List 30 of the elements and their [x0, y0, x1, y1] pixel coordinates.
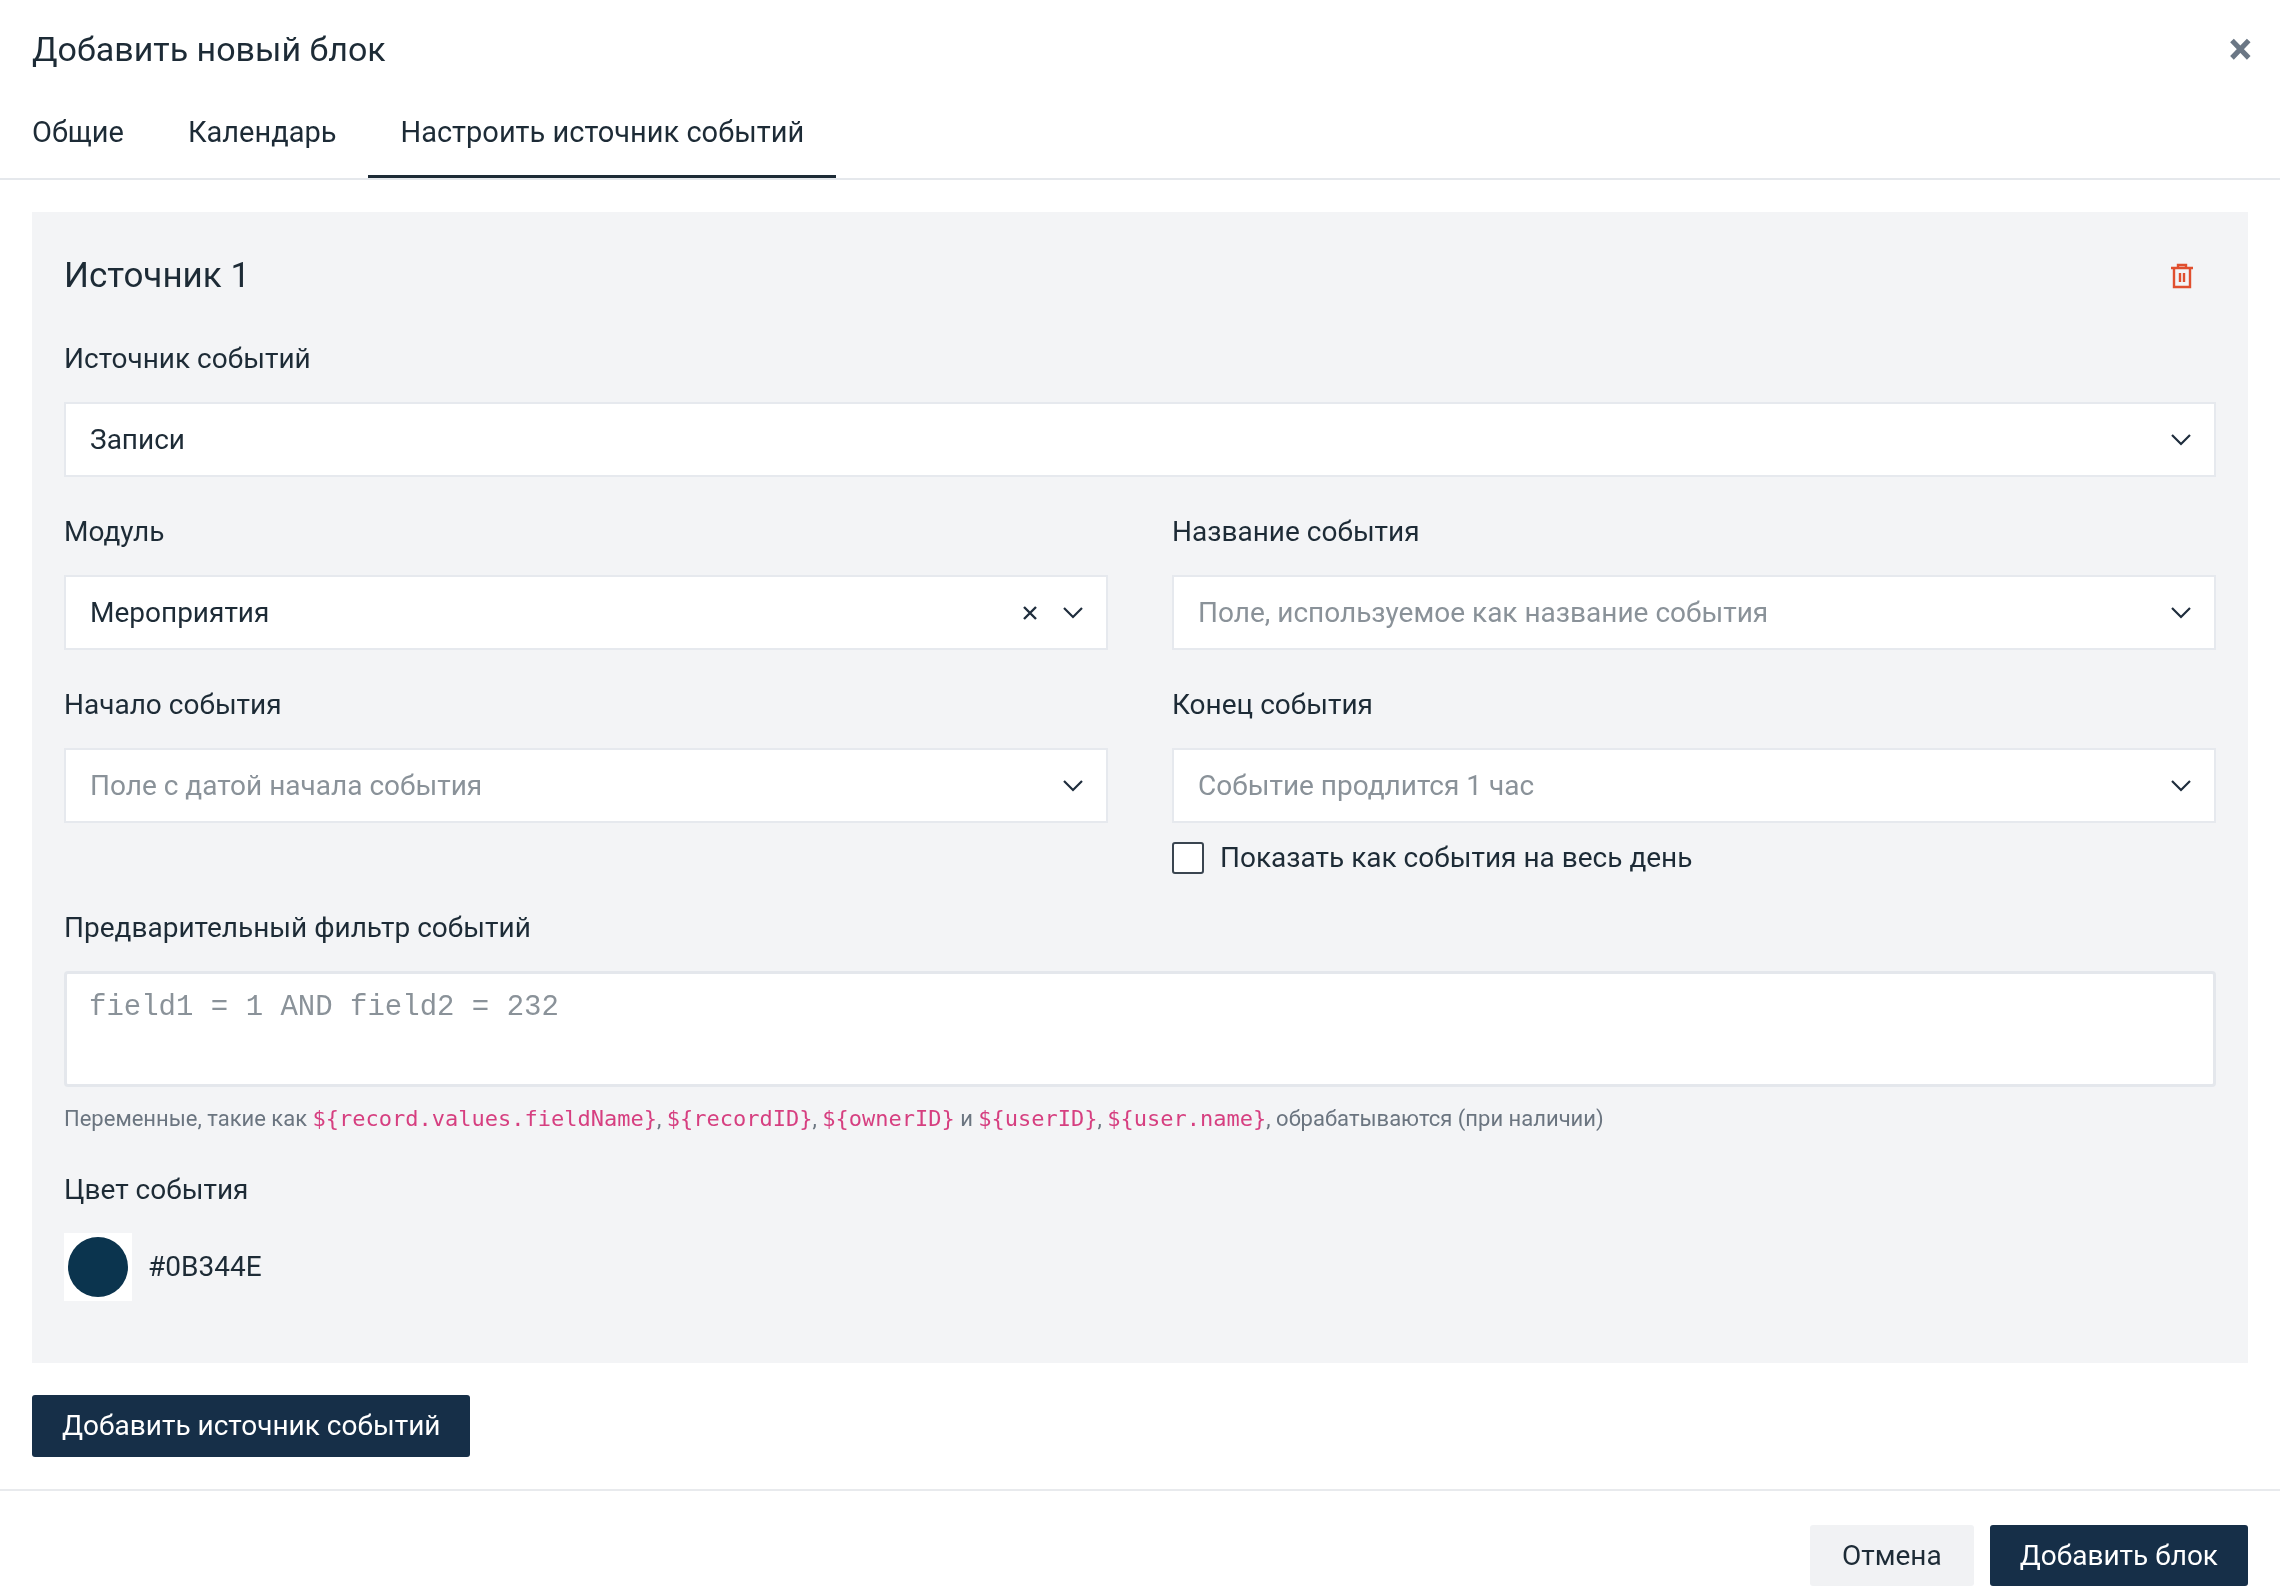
select-field[interactable]: Записи [64, 402, 2216, 477]
checkbox[interactable] [1172, 842, 1204, 874]
chevron-down-icon [1062, 605, 1084, 620]
add-source-button[interactable]: Добавить источник событий [32, 1395, 471, 1457]
field-label: Конец события [1172, 687, 1374, 723]
filter-input[interactable]: field1 = 1 AND field2 = 232 [64, 971, 2216, 1087]
variables-hint: Переменные, такие как ${record.values.fieldName}, ${recordID}, ${ownerID} и ${userID}, ${user.name}, обрабатываются (при наличии) [64, 1105, 1605, 1133]
field-label: Модуль [64, 514, 166, 550]
close-button[interactable]: × [2228, 27, 2252, 72]
chevron-down-icon [2170, 432, 2192, 447]
chevron-down-icon [2170, 778, 2192, 793]
chevron-down-icon [1062, 778, 1084, 793]
add-block-button[interactable]: Добавить блок [1989, 1525, 2248, 1586]
tab[interactable]: Общие [0, 111, 156, 178]
field-label: Цвет события [64, 1172, 250, 1208]
source-title: Источник 1 [64, 253, 251, 298]
clear-icon[interactable] [1022, 604, 1038, 621]
tab[interactable]: Настроить источник событий [368, 111, 837, 178]
color-value: #0B344E [148, 1249, 262, 1285]
checkbox-label: Показать как события на весь день [1220, 840, 1693, 876]
field-label: Название события [1172, 514, 1421, 550]
trash-icon[interactable] [2170, 262, 2194, 289]
select-field[interactable]: Мероприятия [64, 575, 1108, 650]
field-label: Начало события [64, 687, 283, 723]
field-label: Источник событий [64, 341, 312, 377]
tab[interactable]: Календарь [155, 111, 369, 178]
field-label: Предварительный фильтр событий [64, 910, 532, 946]
chevron-down-icon [2170, 605, 2192, 620]
dialog-title: Добавить новый блок [32, 27, 386, 71]
cancel-button[interactable]: Отмена [1809, 1525, 1974, 1586]
